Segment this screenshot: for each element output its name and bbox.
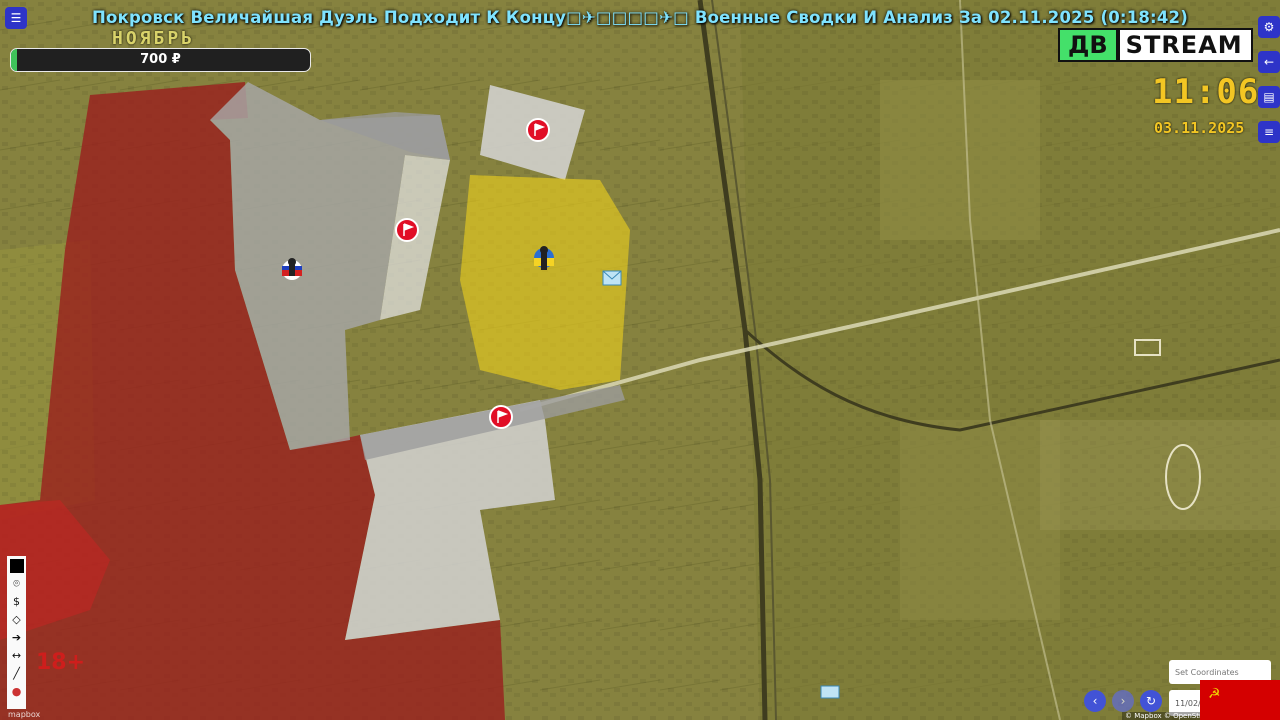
- dollar-icon[interactable]: $: [8, 593, 25, 610]
- arrow-left-icon: ←: [1263, 55, 1275, 69]
- arrow-icon[interactable]: ➔: [8, 629, 25, 646]
- refresh-icon: ↻: [1145, 694, 1157, 708]
- pin-icon[interactable]: ●: [8, 683, 25, 700]
- clock-date: 03.11.2025: [1154, 119, 1245, 137]
- chevron-left-icon: ‹: [1092, 694, 1098, 708]
- mapbox-logo: mapbox: [8, 710, 41, 719]
- clock-time: 11:06: [1152, 72, 1260, 112]
- gear-icon: ⚙: [1263, 20, 1275, 34]
- menu-icon: ☰: [10, 11, 22, 25]
- red-flag-marker-west[interactable]: [395, 218, 419, 242]
- stream-title: Покровск Величайшая Дуэль Подходит К Кон…: [92, 8, 1188, 27]
- map-canvas[interactable]: [0, 0, 1280, 720]
- logo-right: STREAM: [1117, 28, 1253, 62]
- prev-date-button[interactable]: ‹: [1084, 690, 1106, 712]
- hammer-sickle-icon: ☭: [1208, 686, 1221, 702]
- polygon-icon[interactable]: ◇: [8, 611, 25, 628]
- donation-progress-bar: 700 ₽: [10, 48, 311, 72]
- donation-month-label: НОЯБРЬ: [112, 28, 196, 49]
- layers-button[interactable]: ▤: [1258, 86, 1280, 108]
- color-swatch-icon[interactable]: [8, 557, 25, 574]
- list-icon: ≡: [1263, 125, 1275, 139]
- age-rating: 18+: [36, 650, 86, 675]
- channel-logo: ДВ STREAM: [1058, 28, 1253, 62]
- field-east: [1040, 420, 1280, 530]
- next-date-button[interactable]: ›: [1112, 690, 1134, 712]
- marker-pin-icon[interactable]: ⌾: [8, 575, 25, 592]
- supply-marker[interactable]: [602, 270, 622, 286]
- menu-button[interactable]: ☰: [5, 7, 27, 29]
- line-icon[interactable]: ╱: [8, 665, 25, 682]
- small-supply-marker[interactable]: [820, 685, 840, 699]
- drawing-toolbox: ⌾ $ ◇ ➔ ↔ ╱ ●: [7, 556, 26, 709]
- village-northeast: [880, 80, 1040, 240]
- logo-left: ДВ: [1058, 28, 1118, 62]
- chevron-right-icon: ›: [1120, 694, 1126, 708]
- red-flag-marker-south[interactable]: [489, 405, 513, 429]
- red-flag-marker-north[interactable]: [526, 118, 550, 142]
- measure-icon[interactable]: ↔: [8, 647, 25, 664]
- settings-button[interactable]: ⚙: [1258, 16, 1280, 38]
- donation-amount: 700 ₽: [140, 52, 181, 67]
- refresh-button[interactable]: ↻: [1140, 690, 1162, 712]
- soviet-flag: ☭: [1200, 680, 1280, 720]
- book-icon: ▤: [1263, 90, 1275, 104]
- industrial-east: [900, 420, 1060, 620]
- back-button[interactable]: ←: [1258, 51, 1280, 73]
- list-button[interactable]: ≡: [1258, 121, 1280, 143]
